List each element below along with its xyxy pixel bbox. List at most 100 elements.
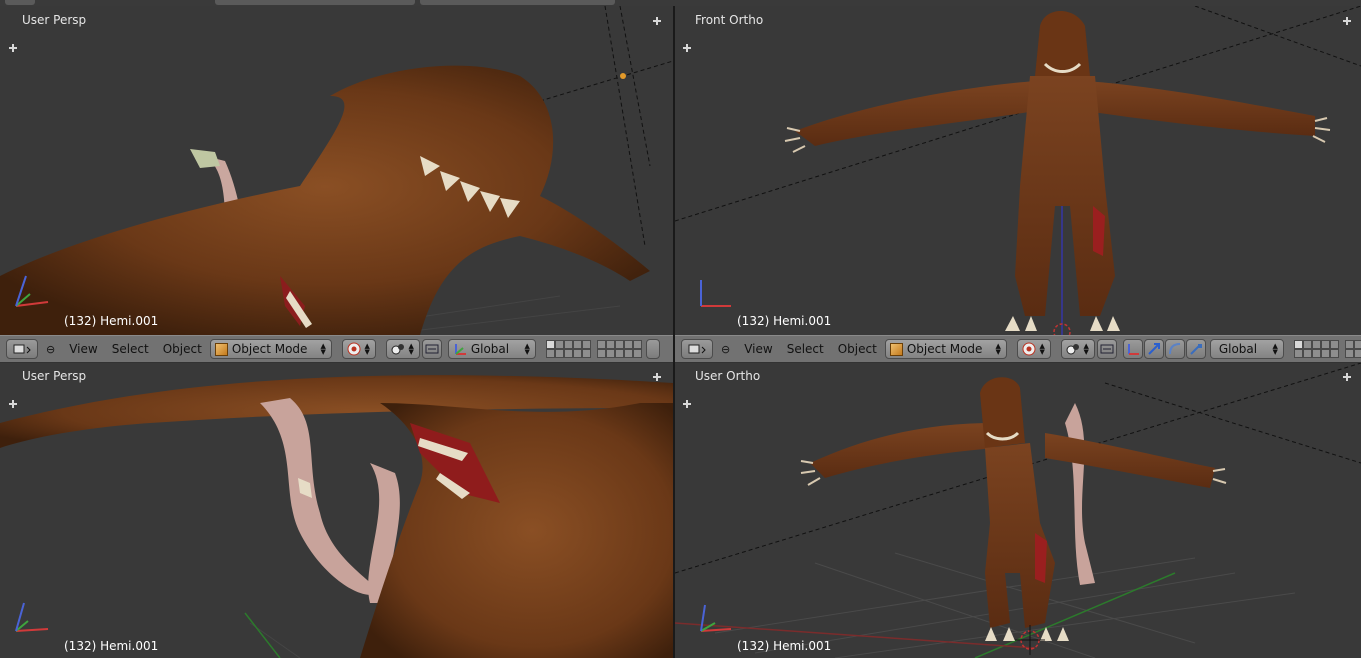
viewport-top-right[interactable]: Front Ortho (132) Hemi.001 bbox=[675, 6, 1361, 335]
toolshelf-toggle-icon[interactable] bbox=[683, 44, 691, 52]
toolshelf-toggle-icon[interactable] bbox=[9, 44, 17, 52]
lamp-origin[interactable] bbox=[620, 73, 626, 79]
manipulator-toggle[interactable] bbox=[421, 339, 442, 359]
collapse-menu-icon[interactable]: ⊖ bbox=[721, 343, 730, 356]
rotate-manipulator-button[interactable] bbox=[1164, 339, 1185, 359]
menu-select[interactable]: Select bbox=[787, 342, 824, 356]
3d-view-icon bbox=[13, 344, 31, 354]
manipulator-icon bbox=[1100, 344, 1114, 354]
object-info-text: (132) Hemi.001 bbox=[64, 639, 159, 653]
arrow-icon bbox=[1148, 343, 1160, 355]
pivot-point-dropdown[interactable]: ▲ ▼ bbox=[1060, 339, 1095, 359]
viewport-expand-icon[interactable] bbox=[1343, 17, 1351, 25]
dropdown-arrows-icon: ▲ ▼ bbox=[320, 342, 326, 356]
viewport-view-label: User Persp bbox=[22, 369, 87, 383]
axis-gizmo-icon bbox=[700, 280, 731, 307]
axis-gizmo-icon bbox=[15, 275, 49, 307]
viewport-expand-icon[interactable] bbox=[1343, 373, 1351, 381]
menu-select[interactable]: Select bbox=[112, 342, 149, 356]
translate-axes-icon bbox=[1127, 344, 1139, 355]
object-info-text: (132) Hemi.001 bbox=[737, 639, 832, 653]
axis-gizmo-icon bbox=[15, 602, 49, 632]
mode-dropdown[interactable]: Object Mode ▲ ▼ bbox=[884, 339, 1007, 359]
editor-type-button[interactable] bbox=[6, 339, 38, 359]
menu-object[interactable]: Object bbox=[838, 342, 877, 356]
viewport-expand-icon[interactable] bbox=[653, 17, 661, 25]
collapse-menu-icon[interactable]: ⊖ bbox=[46, 343, 55, 356]
manipulator-toggle[interactable] bbox=[1096, 339, 1117, 359]
manipulator-icon bbox=[425, 344, 439, 354]
pivot-point-dropdown[interactable]: ▲ ▼ bbox=[385, 339, 420, 359]
transform-orientation-dropdown[interactable]: Global ▲ ▼ bbox=[1209, 339, 1284, 359]
tail-mesh[interactable] bbox=[260, 398, 380, 595]
viewport-view-label: Front Ortho bbox=[695, 13, 764, 27]
viewport-top-left[interactable]: User Persp (132) Hemi.001 bbox=[0, 6, 673, 335]
object-info-text: (132) Hemi.001 bbox=[737, 314, 832, 328]
layers-grid-icon[interactable] bbox=[1344, 340, 1361, 358]
viewport-shading-dropdown[interactable]: ▲ ▼ bbox=[341, 339, 376, 359]
translate-manipulator-button[interactable] bbox=[1122, 339, 1143, 359]
menu-view[interactable]: View bbox=[69, 342, 97, 356]
orientation-label: Global bbox=[470, 342, 510, 356]
layers-grid-icon[interactable] bbox=[1293, 340, 1339, 358]
creature-arm-right[interactable] bbox=[1045, 433, 1215, 488]
viewport-view-label: User Persp bbox=[22, 13, 87, 27]
dropdown-arrows-icon: ▲ ▼ bbox=[995, 342, 1001, 356]
3d-view-header-left: ⊖ View Select Object Object Mode ▲ ▼ ▲ ▼ ▲… bbox=[0, 335, 673, 363]
viewport-scene bbox=[0, 6, 673, 335]
dropdown-arrows-icon: ▲ ▼ bbox=[1272, 342, 1278, 356]
creature-head[interactable] bbox=[980, 377, 1025, 448]
creature-head[interactable] bbox=[1035, 11, 1090, 76]
layers-grid-icon[interactable] bbox=[545, 340, 591, 358]
dropdown-arrows-icon: ▲ ▼ bbox=[408, 342, 414, 356]
editor-type-button[interactable] bbox=[681, 339, 713, 359]
creature-arm-left[interactable] bbox=[810, 423, 995, 478]
object-cube-icon bbox=[889, 342, 903, 356]
viewport-expand-icon[interactable] bbox=[653, 373, 661, 381]
dropdown-arrows-icon: ▲ ▼ bbox=[364, 342, 370, 356]
mode-dropdown-label: Object Mode bbox=[231, 342, 308, 356]
menu-object[interactable]: Object bbox=[163, 342, 202, 356]
creature-body[interactable] bbox=[985, 443, 1055, 628]
top-strip-button[interactable] bbox=[5, 0, 35, 5]
top-strip-button[interactable] bbox=[420, 0, 615, 5]
creature-body[interactable] bbox=[360, 403, 673, 658]
transform-orientation-dropdown[interactable]: Global ▲ ▼ bbox=[447, 339, 536, 359]
dropdown-arrows-icon: ▲ ▼ bbox=[524, 342, 530, 356]
scale-icon bbox=[1190, 344, 1202, 355]
mode-dropdown[interactable]: Object Mode ▲ ▼ bbox=[209, 339, 332, 359]
axis-gizmo-icon bbox=[700, 604, 732, 632]
move-manipulator-button[interactable] bbox=[1143, 339, 1164, 359]
layers-grid-icon[interactable] bbox=[596, 340, 642, 358]
scale-manipulator-button[interactable] bbox=[1185, 339, 1206, 359]
toolshelf-toggle-icon[interactable] bbox=[683, 400, 691, 408]
3d-view-header-right: ⊖ View Select Object Object Mode ▲ ▼ ▲ ▼ ▲… bbox=[675, 335, 1361, 363]
viewport-shading-dropdown[interactable]: ▲ ▼ bbox=[1016, 339, 1051, 359]
pivot-point-icon bbox=[1066, 344, 1079, 355]
object-cube-icon bbox=[214, 342, 228, 356]
creature-mesh[interactable] bbox=[0, 65, 650, 335]
viewport-bottom-left[interactable]: User Persp (132) Hemi.001 bbox=[0, 363, 673, 658]
dropdown-arrows-icon: ▲ ▼ bbox=[1083, 342, 1089, 356]
dropdown-arrows-icon: ▲ ▼ bbox=[1039, 342, 1045, 356]
pivot-point-icon bbox=[391, 344, 404, 355]
3d-view-icon bbox=[688, 344, 706, 354]
top-strip-button[interactable] bbox=[215, 0, 415, 5]
viewport-scene bbox=[0, 375, 673, 658]
viewport-view-label: User Ortho bbox=[695, 369, 761, 383]
shading-sphere-icon bbox=[347, 342, 361, 356]
lock-layers-button[interactable] bbox=[645, 339, 660, 359]
area-split-vertical[interactable] bbox=[673, 6, 675, 658]
viewport-bottom-right[interactable]: User Ortho (132) Hemi.001 bbox=[675, 363, 1361, 658]
transform-axes-icon bbox=[454, 344, 466, 355]
creature-arm-left[interactable] bbox=[795, 81, 1035, 146]
rotate-arc-icon bbox=[1168, 343, 1180, 355]
creature-arm-right[interactable] bbox=[1085, 81, 1315, 136]
viewport-scene bbox=[675, 363, 1361, 658]
orientation-label: Global bbox=[1218, 342, 1258, 356]
toolshelf-toggle-icon[interactable] bbox=[9, 400, 17, 408]
menu-view[interactable]: View bbox=[744, 342, 772, 356]
shading-sphere-icon bbox=[1022, 342, 1036, 356]
mode-dropdown-label: Object Mode bbox=[906, 342, 983, 356]
object-info-text: (132) Hemi.001 bbox=[64, 314, 159, 328]
